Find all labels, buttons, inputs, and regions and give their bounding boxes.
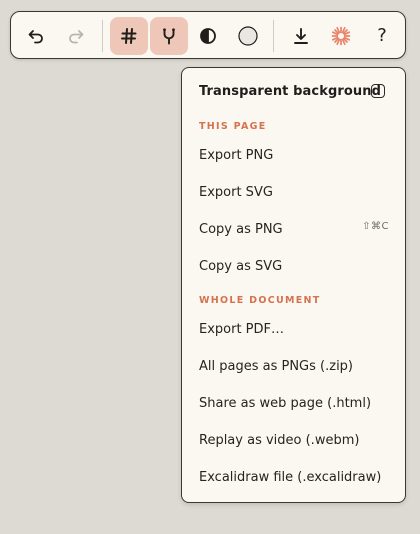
- grid-icon: [119, 26, 139, 46]
- excalidraw-file-item[interactable]: Excalidraw file (.excalidraw): [199, 470, 389, 485]
- section-header-this-page: THIS PAGE: [199, 121, 267, 132]
- sparkle-button[interactable]: [322, 17, 360, 55]
- grid-toggle-button[interactable]: [110, 17, 148, 55]
- help-icon: ?: [377, 25, 387, 46]
- contrast-button[interactable]: [189, 17, 227, 55]
- branch-button[interactable]: [150, 17, 188, 55]
- export-svg-item[interactable]: Export SVG: [199, 185, 389, 200]
- redo-button[interactable]: [57, 17, 95, 55]
- replay-video-item[interactable]: Replay as video (.webm): [199, 433, 389, 448]
- export-pdf-item[interactable]: Export PDF…: [199, 322, 389, 337]
- copy-as-png-item[interactable]: Copy as PNG: [199, 222, 389, 237]
- export-menu: Transparent background THIS PAGE Export …: [181, 67, 406, 503]
- circle-icon: [237, 25, 259, 47]
- toolbar: ?: [10, 11, 406, 59]
- all-pages-png-zip-item[interactable]: All pages as PNGs (.zip): [199, 359, 389, 374]
- export-png-item[interactable]: Export PNG: [199, 148, 389, 163]
- redo-icon: [66, 26, 86, 46]
- transparent-background-checkbox[interactable]: [371, 84, 385, 98]
- undo-icon: [26, 26, 46, 46]
- download-icon: [291, 26, 311, 46]
- copy-as-svg-item[interactable]: Copy as SVG: [199, 259, 389, 274]
- share-web-page-item[interactable]: Share as web page (.html): [199, 396, 389, 411]
- toolbar-divider: [273, 20, 274, 52]
- copy-as-png-shortcut: ⇧⌘C: [362, 221, 389, 232]
- contrast-icon: [198, 26, 218, 46]
- section-header-whole-document: WHOLE DOCUMENT: [199, 295, 321, 306]
- help-button[interactable]: ?: [363, 17, 401, 55]
- background-color-button[interactable]: [229, 17, 267, 55]
- download-button[interactable]: [282, 17, 320, 55]
- branch-icon: [159, 26, 179, 46]
- transparent-background-label: Transparent background: [199, 84, 382, 99]
- toolbar-divider: [102, 20, 103, 52]
- undo-button[interactable]: [17, 17, 55, 55]
- sparkle-icon: [330, 25, 352, 47]
